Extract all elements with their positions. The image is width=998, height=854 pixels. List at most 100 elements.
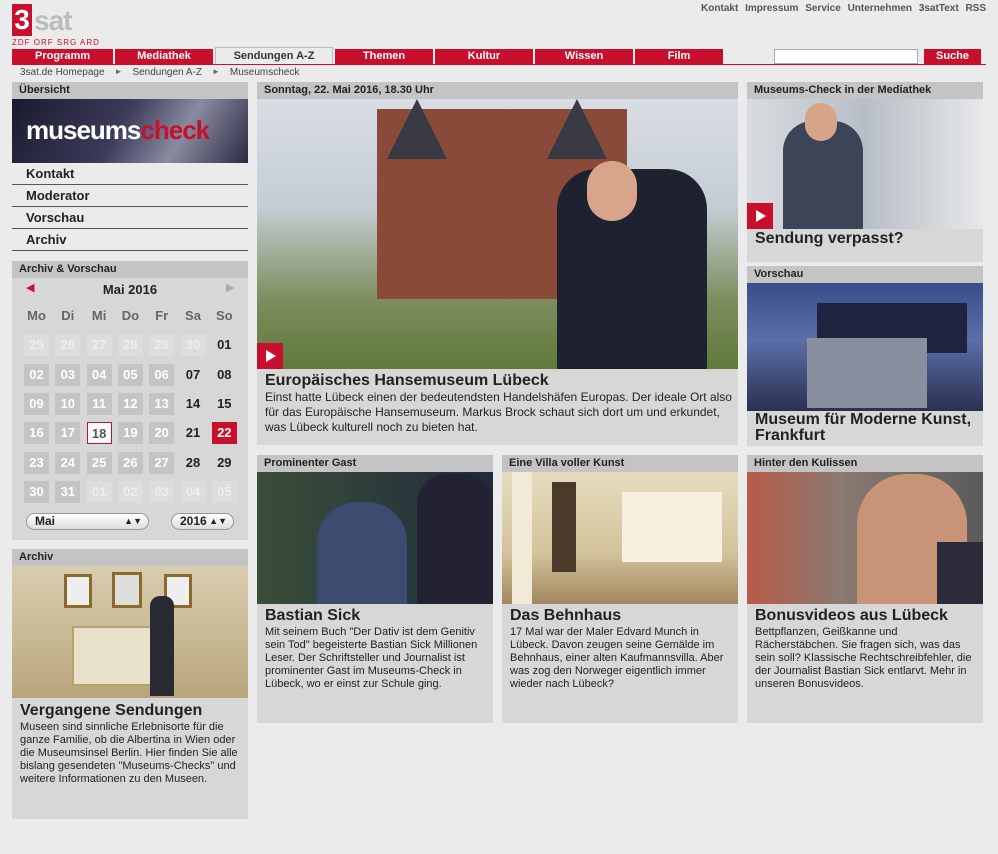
preview-image[interactable]: [747, 283, 983, 411]
teaser-image-bonusvideos[interactable]: [747, 472, 983, 604]
sofa-shape: [72, 626, 162, 686]
teaser-image-bastian-sick[interactable]: [257, 472, 493, 604]
calendar-day[interactable]: 29: [212, 452, 237, 474]
calendar-prev-icon[interactable]: ◀: [26, 281, 34, 294]
month-select[interactable]: Mai ▲▼: [26, 513, 149, 530]
calendar-day[interactable]: 14: [181, 393, 206, 415]
calendar-day[interactable]: 12: [117, 392, 143, 415]
calendar-day[interactable]: 11: [86, 392, 112, 415]
calendar-day[interactable]: 09: [24, 392, 49, 415]
toplink-kontakt[interactable]: Kontakt: [701, 3, 738, 14]
weekday-label: Di: [61, 308, 75, 323]
search-button[interactable]: Suche: [924, 49, 981, 64]
calendar-day[interactable]: 08: [212, 364, 237, 386]
play-icon[interactable]: [257, 343, 283, 369]
nav-wissen[interactable]: Wissen: [535, 49, 633, 64]
calendar-day[interactable]: 01: [212, 334, 237, 356]
mediathek-title[interactable]: Sendung verpasst?: [755, 230, 903, 248]
picture-frame: [112, 572, 142, 608]
calendar-day[interactable]: 31: [55, 480, 81, 503]
mediathek-image[interactable]: [747, 99, 983, 229]
nav-film[interactable]: Film: [635, 49, 723, 64]
nav-mediathek[interactable]: Mediathek: [115, 49, 213, 64]
nav-kultur[interactable]: Kultur: [435, 49, 533, 64]
archive-heading[interactable]: Vergangene Sendungen: [20, 702, 202, 720]
toplink-impressum[interactable]: Impressum: [745, 3, 798, 14]
museum-building: [807, 338, 927, 408]
calendar-day[interactable]: 30: [24, 480, 49, 503]
sidebar-item-kontakt[interactable]: Kontakt: [12, 163, 248, 185]
weekday-label: Mi: [91, 308, 107, 323]
calendar-day[interactable]: 13: [149, 392, 175, 415]
nav-themen[interactable]: Themen: [335, 49, 433, 64]
overview-header: Übersicht: [12, 82, 248, 99]
calendar-header: Archiv & Vorschau: [12, 261, 248, 278]
calendar-day[interactable]: 25: [86, 451, 112, 474]
calendar-day[interactable]: 03: [55, 363, 81, 386]
toplink-service[interactable]: Service: [805, 3, 841, 14]
calendar-day: 29: [149, 334, 175, 357]
museumscheck-banner[interactable]: museumscheck: [12, 99, 248, 163]
calendar-day[interactable]: 05: [117, 363, 143, 386]
sidebar-item-moderator[interactable]: Moderator: [12, 185, 248, 207]
calendar-day[interactable]: 22: [211, 422, 237, 445]
logo-name: sat: [34, 5, 72, 36]
teaser-header: Prominenter Gast: [257, 455, 493, 472]
statue-shape: [552, 482, 576, 572]
teaser-text: 17 Mal war der Maler Edvard Munch in Lüb…: [510, 626, 724, 690]
play-icon[interactable]: [747, 203, 773, 229]
teaser-header: Hinter den Kulissen: [747, 455, 983, 472]
sidebar-item-archiv[interactable]: Archiv: [12, 229, 248, 251]
toplink-3sattext[interactable]: 3satText: [919, 3, 959, 14]
breadcrumb-home[interactable]: 3sat.de Homepage: [20, 67, 105, 78]
teaser-title[interactable]: Bastian Sick: [265, 607, 360, 625]
search-input[interactable]: [774, 49, 918, 64]
calendar-day[interactable]: 23: [24, 451, 49, 474]
calendar-day: 01: [86, 480, 112, 503]
teaser-image-behnhaus[interactable]: [502, 472, 738, 604]
teaser-title[interactable]: Das Behnhaus: [510, 607, 621, 625]
main-title[interactable]: Europäisches Hansemuseum Lübeck: [265, 372, 549, 390]
weekday-label: Mo: [27, 308, 46, 323]
toplink-unternehmen[interactable]: Unternehmen: [848, 3, 912, 14]
calendar-day[interactable]: 27: [149, 451, 175, 474]
mediathek-header: Museums-Check in der Mediathek: [747, 82, 983, 99]
presenter-head: [587, 161, 637, 221]
year-select[interactable]: 2016 ▲▼: [171, 513, 234, 530]
calendar-day[interactable]: 16: [24, 422, 49, 445]
breadcrumb: 3sat.de Homepage ► Sendungen A-Z ► Museu…: [20, 67, 299, 78]
toplink-rss[interactable]: RSS: [965, 3, 986, 14]
calendar-day[interactable]: 19: [117, 422, 143, 445]
sidebar-item-vorschau[interactable]: Vorschau: [12, 207, 248, 229]
banner-word-check: check: [140, 115, 210, 145]
calendar-day: 28: [117, 334, 143, 357]
calendar-day[interactable]: 20: [149, 422, 175, 445]
weekday-label: So: [215, 308, 233, 323]
calendar-day[interactable]: 06: [149, 363, 175, 386]
breadcrumb-sendungen[interactable]: Sendungen A-Z: [132, 67, 202, 78]
calendar-day[interactable]: 17: [55, 422, 81, 445]
main-text: Einst hatte Lübeck einen der bedeutendst…: [265, 390, 732, 434]
archive-text: Museen sind sinnliche Erlebnisorte für d…: [20, 721, 238, 785]
calendar-day[interactable]: 24: [55, 451, 81, 474]
calendar-day[interactable]: 15: [212, 393, 237, 415]
nav-sendungen-az[interactable]: Sendungen A-Z: [215, 47, 333, 64]
calendar-day[interactable]: 10: [55, 392, 81, 415]
main-feature-image[interactable]: [257, 99, 738, 369]
preview-title[interactable]: Museum für Moderne Kunst, Frankfurt: [755, 412, 977, 444]
calendar-next-icon[interactable]: ▶: [226, 281, 234, 294]
calendar-day[interactable]: 07: [181, 364, 206, 386]
teaser-title[interactable]: Bonusvideos aus Lübeck: [755, 607, 948, 625]
calendar-day[interactable]: 21: [181, 422, 206, 444]
calendar-day: 26: [55, 334, 81, 357]
nav-programm[interactable]: Programm: [12, 49, 113, 64]
calendar-day[interactable]: 02: [24, 363, 49, 386]
archive-image[interactable]: [12, 566, 248, 698]
logo-partners: ZDF ORF SRG ARD: [12, 38, 100, 47]
calendar-day[interactable]: 18: [86, 422, 112, 445]
calendar-day[interactable]: 04: [86, 363, 112, 386]
3sat-logo[interactable]: 3 sat ZDF ORF SRG ARD: [12, 4, 102, 48]
calendar-day[interactable]: 26: [117, 451, 143, 474]
calendar-day[interactable]: 28: [181, 452, 206, 474]
breadcrumb-current: Museumscheck: [229, 67, 300, 78]
